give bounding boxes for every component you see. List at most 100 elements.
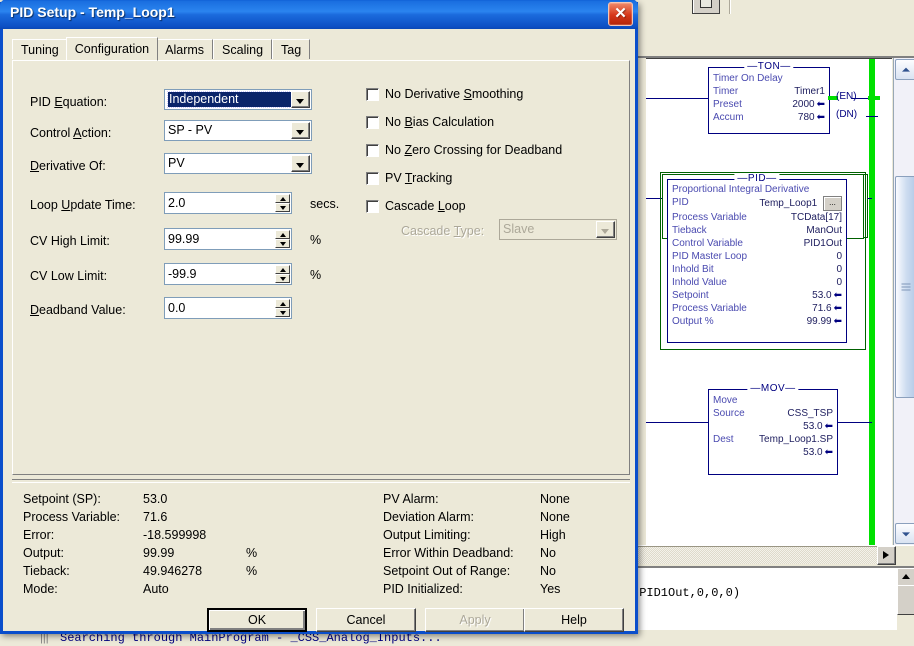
help-button[interactable]: Help bbox=[524, 608, 624, 632]
left-arrow-icon: ⬅ bbox=[816, 112, 825, 123]
cascade-type-value: Slave bbox=[503, 222, 535, 236]
dialog-titlebar[interactable]: PID Setup - Temp_Loop1 ✕ bbox=[0, 0, 638, 29]
checkbox-box[interactable] bbox=[366, 144, 379, 157]
derivative-of-combo[interactable]: PV bbox=[164, 153, 312, 174]
spinner-down-button[interactable] bbox=[275, 203, 290, 212]
deadband-value-input[interactable]: 0.0 bbox=[164, 297, 292, 319]
spinner-buttons[interactable] bbox=[275, 299, 290, 317]
rung-wire bbox=[646, 98, 708, 99]
pid-equation-value: Independent bbox=[167, 91, 292, 108]
triangle-down-icon bbox=[280, 277, 286, 281]
tab-tag[interactable]: Tag bbox=[272, 39, 311, 59]
dn-coil[interactable]: (DN) bbox=[836, 109, 857, 120]
chevron-up-icon bbox=[901, 67, 910, 72]
mov-row-1: Source CSS_TSP bbox=[713, 408, 833, 419]
status-label-error-within-deadband: Error Within Deadband: bbox=[383, 546, 514, 560]
checkbox-box[interactable] bbox=[366, 88, 379, 101]
cv-low-limit-value: -99.9 bbox=[168, 267, 197, 281]
tab-tuning[interactable]: Tuning bbox=[12, 39, 68, 59]
ladder-vertical-scrollbar[interactable] bbox=[893, 58, 914, 545]
combo-arrow-button[interactable] bbox=[291, 91, 310, 108]
checkbox-box[interactable] bbox=[366, 116, 379, 129]
code-pane-scrollbar[interactable] bbox=[896, 568, 914, 632]
ladder-horizontal-scrollbar[interactable] bbox=[630, 545, 914, 565]
deadband-value-value: 0.0 bbox=[168, 301, 186, 315]
spinner-up-button[interactable] bbox=[275, 230, 290, 239]
spinner-buttons[interactable] bbox=[275, 265, 290, 283]
tab-label: Tuning bbox=[21, 43, 59, 57]
spinner-down-button[interactable] bbox=[275, 274, 290, 283]
triangle-down-icon bbox=[280, 206, 286, 210]
status-value-output-limiting: High bbox=[540, 528, 566, 542]
spinner-down-button[interactable] bbox=[275, 239, 290, 248]
screen: TON Timer On Delay Timer Timer1 Preset 2… bbox=[0, 0, 914, 646]
chevron-down-icon bbox=[601, 229, 609, 234]
apply-button: Apply bbox=[425, 608, 525, 632]
spinner-buttons[interactable] bbox=[275, 230, 290, 248]
label-deadband-value: Deadband Value: bbox=[30, 303, 126, 317]
tab-configuration[interactable]: Configuration bbox=[65, 37, 159, 61]
rung-wire bbox=[866, 116, 878, 117]
label-cv-high-limit: CV High Limit: bbox=[30, 234, 110, 248]
ton-block[interactable]: TON Timer On Delay Timer Timer1 Preset 2… bbox=[708, 61, 830, 134]
toolbar-button[interactable] bbox=[692, 0, 720, 14]
ton-row-3: Accum 780 ⬅ bbox=[713, 112, 825, 123]
cascade-type-combo: Slave bbox=[499, 219, 617, 240]
status-label-deviation-alarm: Deviation Alarm: bbox=[383, 510, 475, 524]
scrollbar-track[interactable] bbox=[630, 546, 878, 564]
left-arrow-icon: ⬅ bbox=[816, 99, 825, 110]
label-control-action: Control Action: bbox=[30, 126, 112, 140]
combo-arrow-button[interactable] bbox=[291, 122, 310, 139]
status-label-mode: Mode: bbox=[23, 582, 58, 596]
chevron-down-icon bbox=[296, 130, 304, 135]
spinner-buttons[interactable] bbox=[275, 194, 290, 212]
rung-wire bbox=[646, 422, 708, 423]
scroll-down-button[interactable] bbox=[895, 523, 914, 544]
pid-equation-combo[interactable]: Independent bbox=[164, 89, 312, 110]
scrollbar-thumb[interactable] bbox=[895, 176, 914, 398]
tab-scaling[interactable]: Scaling bbox=[213, 39, 273, 59]
spinner-up-button[interactable] bbox=[275, 265, 290, 274]
tab-alarms[interactable]: Alarms bbox=[156, 39, 214, 59]
cv-low-limit-input[interactable]: -99.9 bbox=[164, 263, 292, 285]
status-label-pid-initialized: PID Initialized: bbox=[383, 582, 463, 596]
cancel-button[interactable]: Cancel bbox=[316, 608, 416, 632]
toolbar-separator bbox=[729, 0, 731, 14]
scroll-up-button[interactable] bbox=[895, 59, 914, 80]
status-label-setpoint-out-of-range: Setpoint Out of Range: bbox=[383, 564, 511, 578]
ok-button[interactable]: OK bbox=[207, 608, 307, 632]
code-scrollbar-thumb[interactable] bbox=[897, 585, 914, 615]
combo-arrow-button[interactable] bbox=[291, 155, 310, 172]
document-icon bbox=[700, 0, 712, 8]
code-scroll-up-button[interactable] bbox=[897, 568, 914, 586]
checkbox-box[interactable] bbox=[366, 200, 379, 213]
close-button[interactable]: ✕ bbox=[608, 2, 633, 26]
spinner-up-button[interactable] bbox=[275, 299, 290, 308]
spinner-up-button[interactable] bbox=[275, 194, 290, 203]
en-coil[interactable]: (EN) bbox=[836, 91, 857, 102]
status-value-error-within-deadband: No bbox=[540, 546, 556, 560]
scroll-right-button[interactable] bbox=[877, 546, 896, 565]
derivative-of-value: PV bbox=[168, 156, 185, 170]
loop-update-time-input[interactable]: 2.0 bbox=[164, 192, 292, 214]
mov-block[interactable]: MOV Move Source CSS_TSP 53.0⬅ Dest Temp_… bbox=[708, 383, 838, 475]
mov-row-3: Dest Temp_Loop1.SP bbox=[713, 434, 833, 445]
tabstrip[interactable]: Tuning Configuration Alarms Scaling Tag bbox=[12, 37, 311, 61]
triangle-down-icon bbox=[280, 311, 286, 315]
label-cv-low-limit: CV Low Limit: bbox=[30, 269, 108, 283]
checkbox-label: No Derivative Smoothing bbox=[385, 87, 524, 101]
ladder-canvas[interactable]: TON Timer On Delay Timer Timer1 Preset 2… bbox=[646, 58, 892, 546]
code-pane[interactable]: ,PID1Out,0,0,0) bbox=[630, 566, 914, 632]
cv-low-limit-unit: % bbox=[310, 268, 322, 282]
left-arrow-icon: ⬅ bbox=[824, 421, 833, 432]
control-action-combo[interactable]: SP - PV bbox=[164, 120, 312, 141]
label-pid-equation: PID Equation: bbox=[30, 95, 108, 109]
rung-wire bbox=[836, 422, 872, 423]
checkbox-box[interactable] bbox=[366, 172, 379, 185]
triangle-right-icon bbox=[883, 551, 889, 559]
ton-row-2: Preset 2000 ⬅ bbox=[713, 99, 825, 110]
cv-high-limit-input[interactable]: 99.99 bbox=[164, 228, 292, 250]
spinner-down-button[interactable] bbox=[275, 308, 290, 317]
control-action-value: SP - PV bbox=[168, 123, 213, 137]
ton-block-title: TON bbox=[744, 61, 794, 72]
